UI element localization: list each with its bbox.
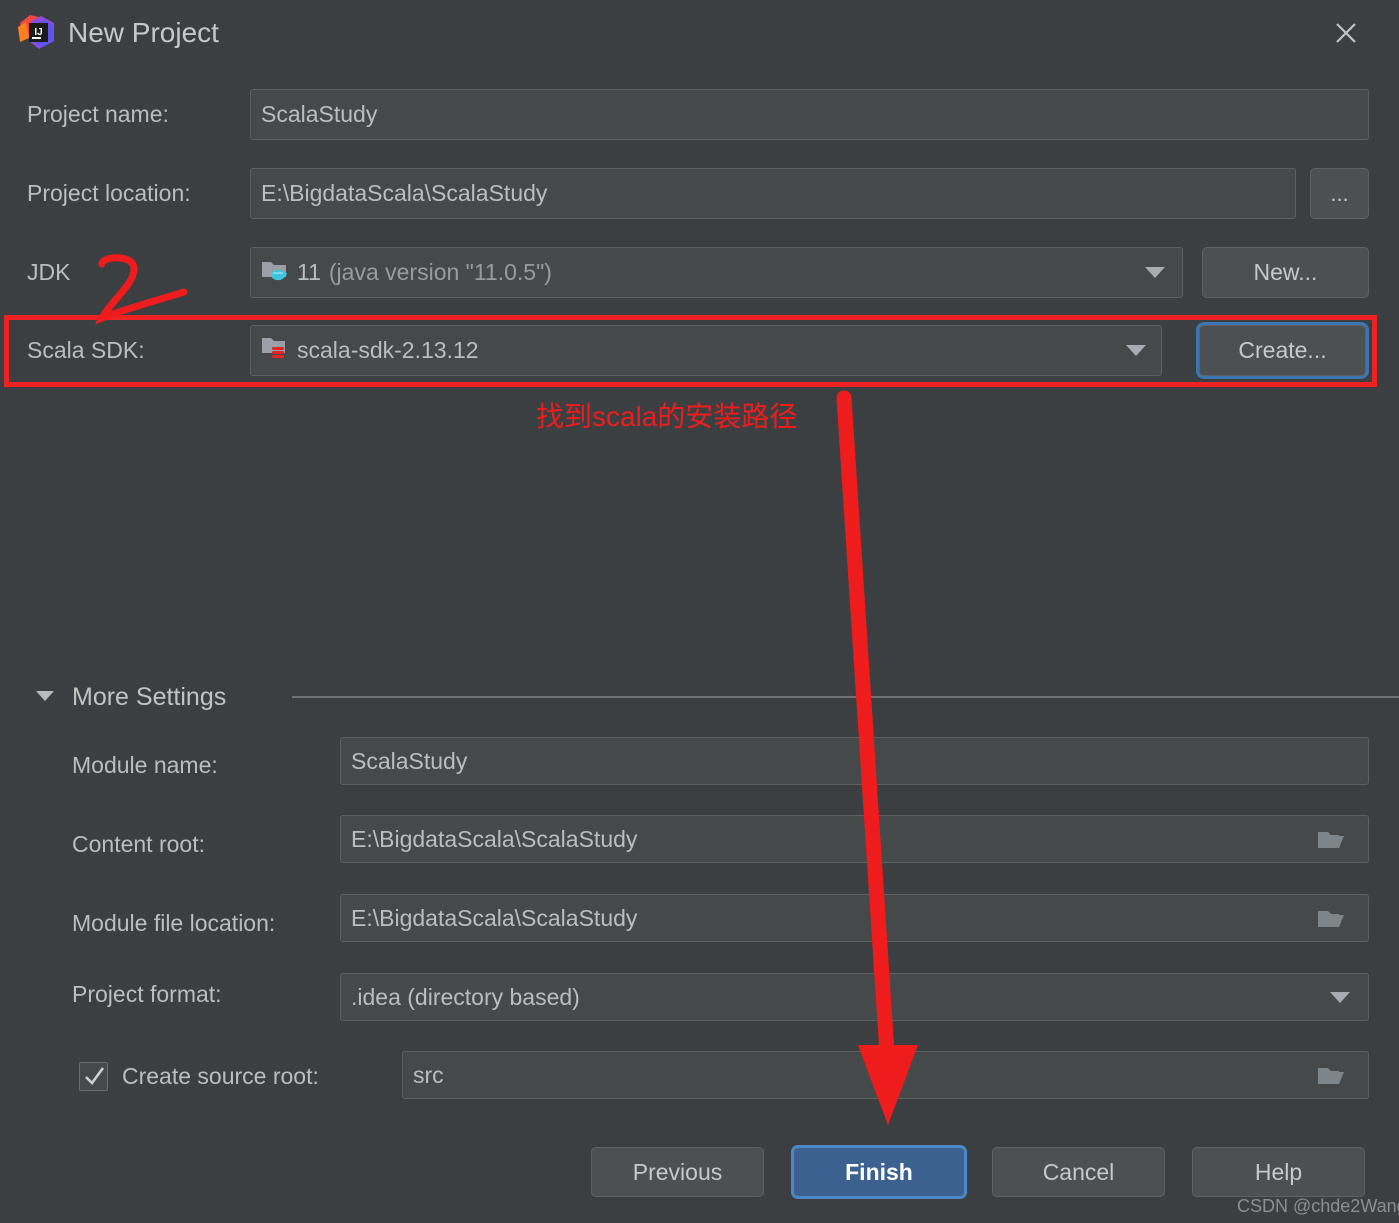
jdk-version: 11: [297, 259, 321, 285]
create-source-root-label: Create source root:: [122, 1063, 319, 1089]
jdk-new-button[interactable]: New...: [1202, 247, 1369, 298]
project-format-chevron-down-icon[interactable]: [1330, 992, 1350, 1003]
module-name-label: Module name:: [72, 752, 218, 778]
annotation-note-text: 找到scala的安装路径: [536, 401, 798, 432]
project-location-value: E:\BigdataScala\ScalaStudy: [261, 180, 548, 206]
content-root-folder-icon[interactable]: [1316, 827, 1346, 851]
jdk-label: JDK: [27, 259, 71, 285]
project-name-label: Project name:: [27, 101, 169, 127]
more-settings-section-header[interactable]: More Settings: [32, 681, 1399, 713]
close-icon[interactable]: [1322, 10, 1370, 56]
intellij-idea-logo-icon: IJ: [17, 14, 55, 52]
annotation-step-number-2: [88, 252, 218, 342]
module-name-value: ScalaStudy: [351, 747, 468, 774]
project-location-browse-button[interactable]: ...: [1310, 168, 1369, 219]
window-titlebar: IJ New Project: [0, 0, 1399, 68]
create-source-root-checkbox[interactable]: [79, 1062, 108, 1091]
create-source-root-value: src: [413, 1061, 444, 1088]
previous-button[interactable]: Previous: [591, 1147, 764, 1197]
create-source-root-folder-icon[interactable]: [1316, 1063, 1346, 1087]
help-button[interactable]: Help: [1192, 1147, 1365, 1197]
watermark-text: CSDN @chde2Wang: [1237, 1196, 1399, 1216]
project-location-input[interactable]: E:\BigdataScala\ScalaStudy: [250, 168, 1296, 219]
module-file-location-label: Module file location:: [72, 910, 276, 936]
annotation-arrow: [820, 390, 980, 1170]
module-file-location-value: E:\BigdataScala\ScalaStudy: [351, 904, 638, 931]
module-file-location-folder-icon[interactable]: [1316, 906, 1346, 930]
project-format-label: Project format:: [72, 981, 222, 1007]
svg-text:IJ: IJ: [34, 27, 42, 38]
jdk-select[interactable]: 11 (java version "11.0.5"): [250, 247, 1183, 298]
content-root-label: Content root:: [72, 831, 205, 857]
jdk-chevron-down-icon[interactable]: [1145, 267, 1165, 278]
project-name-value: ScalaStudy: [261, 101, 378, 127]
project-format-value: .idea (directory based): [351, 983, 580, 1010]
more-settings-label: More Settings: [72, 683, 227, 711]
jdk-folder-icon: [261, 258, 289, 288]
jdk-version-detail: (java version "11.0.5"): [328, 259, 552, 285]
cancel-button[interactable]: Cancel: [992, 1147, 1165, 1197]
project-location-label: Project location:: [27, 180, 191, 206]
project-name-input[interactable]: ScalaStudy: [250, 89, 1369, 140]
content-root-value: E:\BigdataScala\ScalaStudy: [351, 825, 638, 852]
page-title: New Project: [68, 17, 219, 48]
triangle-down-icon[interactable]: [36, 691, 54, 701]
